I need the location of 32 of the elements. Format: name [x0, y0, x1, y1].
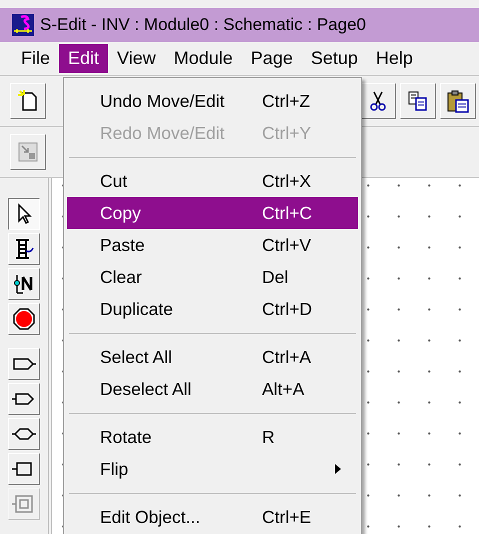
menu-item[interactable]: Setup — [302, 44, 367, 73]
cut-button[interactable] — [360, 83, 396, 119]
app-icon — [12, 14, 34, 36]
new-file-button[interactable] — [10, 83, 46, 119]
menu-option[interactable]: Deselect All Alt+A — [67, 373, 358, 405]
menu-option[interactable]: Edit Object... Ctrl+E — [67, 501, 358, 533]
clipboard-icon — [446, 89, 470, 113]
menu-item[interactable]: Page — [242, 44, 302, 73]
menu-option[interactable]: Rotate R — [67, 421, 358, 453]
window-title: S-Edit - INV : Module0 : Schematic : Page0 — [40, 15, 366, 35]
stop-icon — [12, 307, 36, 331]
submenu-arrow-icon — [334, 463, 342, 475]
menu-item[interactable]: Edit — [59, 44, 108, 73]
menu-option[interactable]: Undo Move/Edit Ctrl+Z — [67, 85, 358, 117]
menu-item[interactable]: Module — [164, 44, 242, 73]
resize-icon — [17, 141, 39, 163]
menu-item[interactable]: File — [12, 44, 60, 73]
menu-item[interactable]: View — [108, 44, 165, 73]
menu-option[interactable]: Select All Ctrl+A — [67, 341, 358, 373]
menu-option[interactable]: Clear Del — [67, 261, 358, 293]
menu-option[interactable]: Flip — [67, 453, 358, 485]
tool-button[interactable] — [8, 198, 40, 230]
menu-option[interactable]: Duplicate Ctrl+D — [67, 293, 358, 325]
paste-button[interactable] — [440, 83, 476, 119]
zoom-button[interactable] — [10, 134, 46, 170]
menu-option[interactable]: Cut Ctrl+X — [67, 165, 358, 197]
copy-button[interactable] — [400, 83, 436, 119]
menu-option[interactable]: Copy Ctrl+C — [67, 197, 358, 229]
menu-item[interactable]: Help — [366, 44, 422, 73]
menu-option[interactable]: Paste Ctrl+V — [67, 229, 358, 261]
copy-icon — [407, 90, 429, 112]
new-file-icon — [16, 89, 40, 113]
